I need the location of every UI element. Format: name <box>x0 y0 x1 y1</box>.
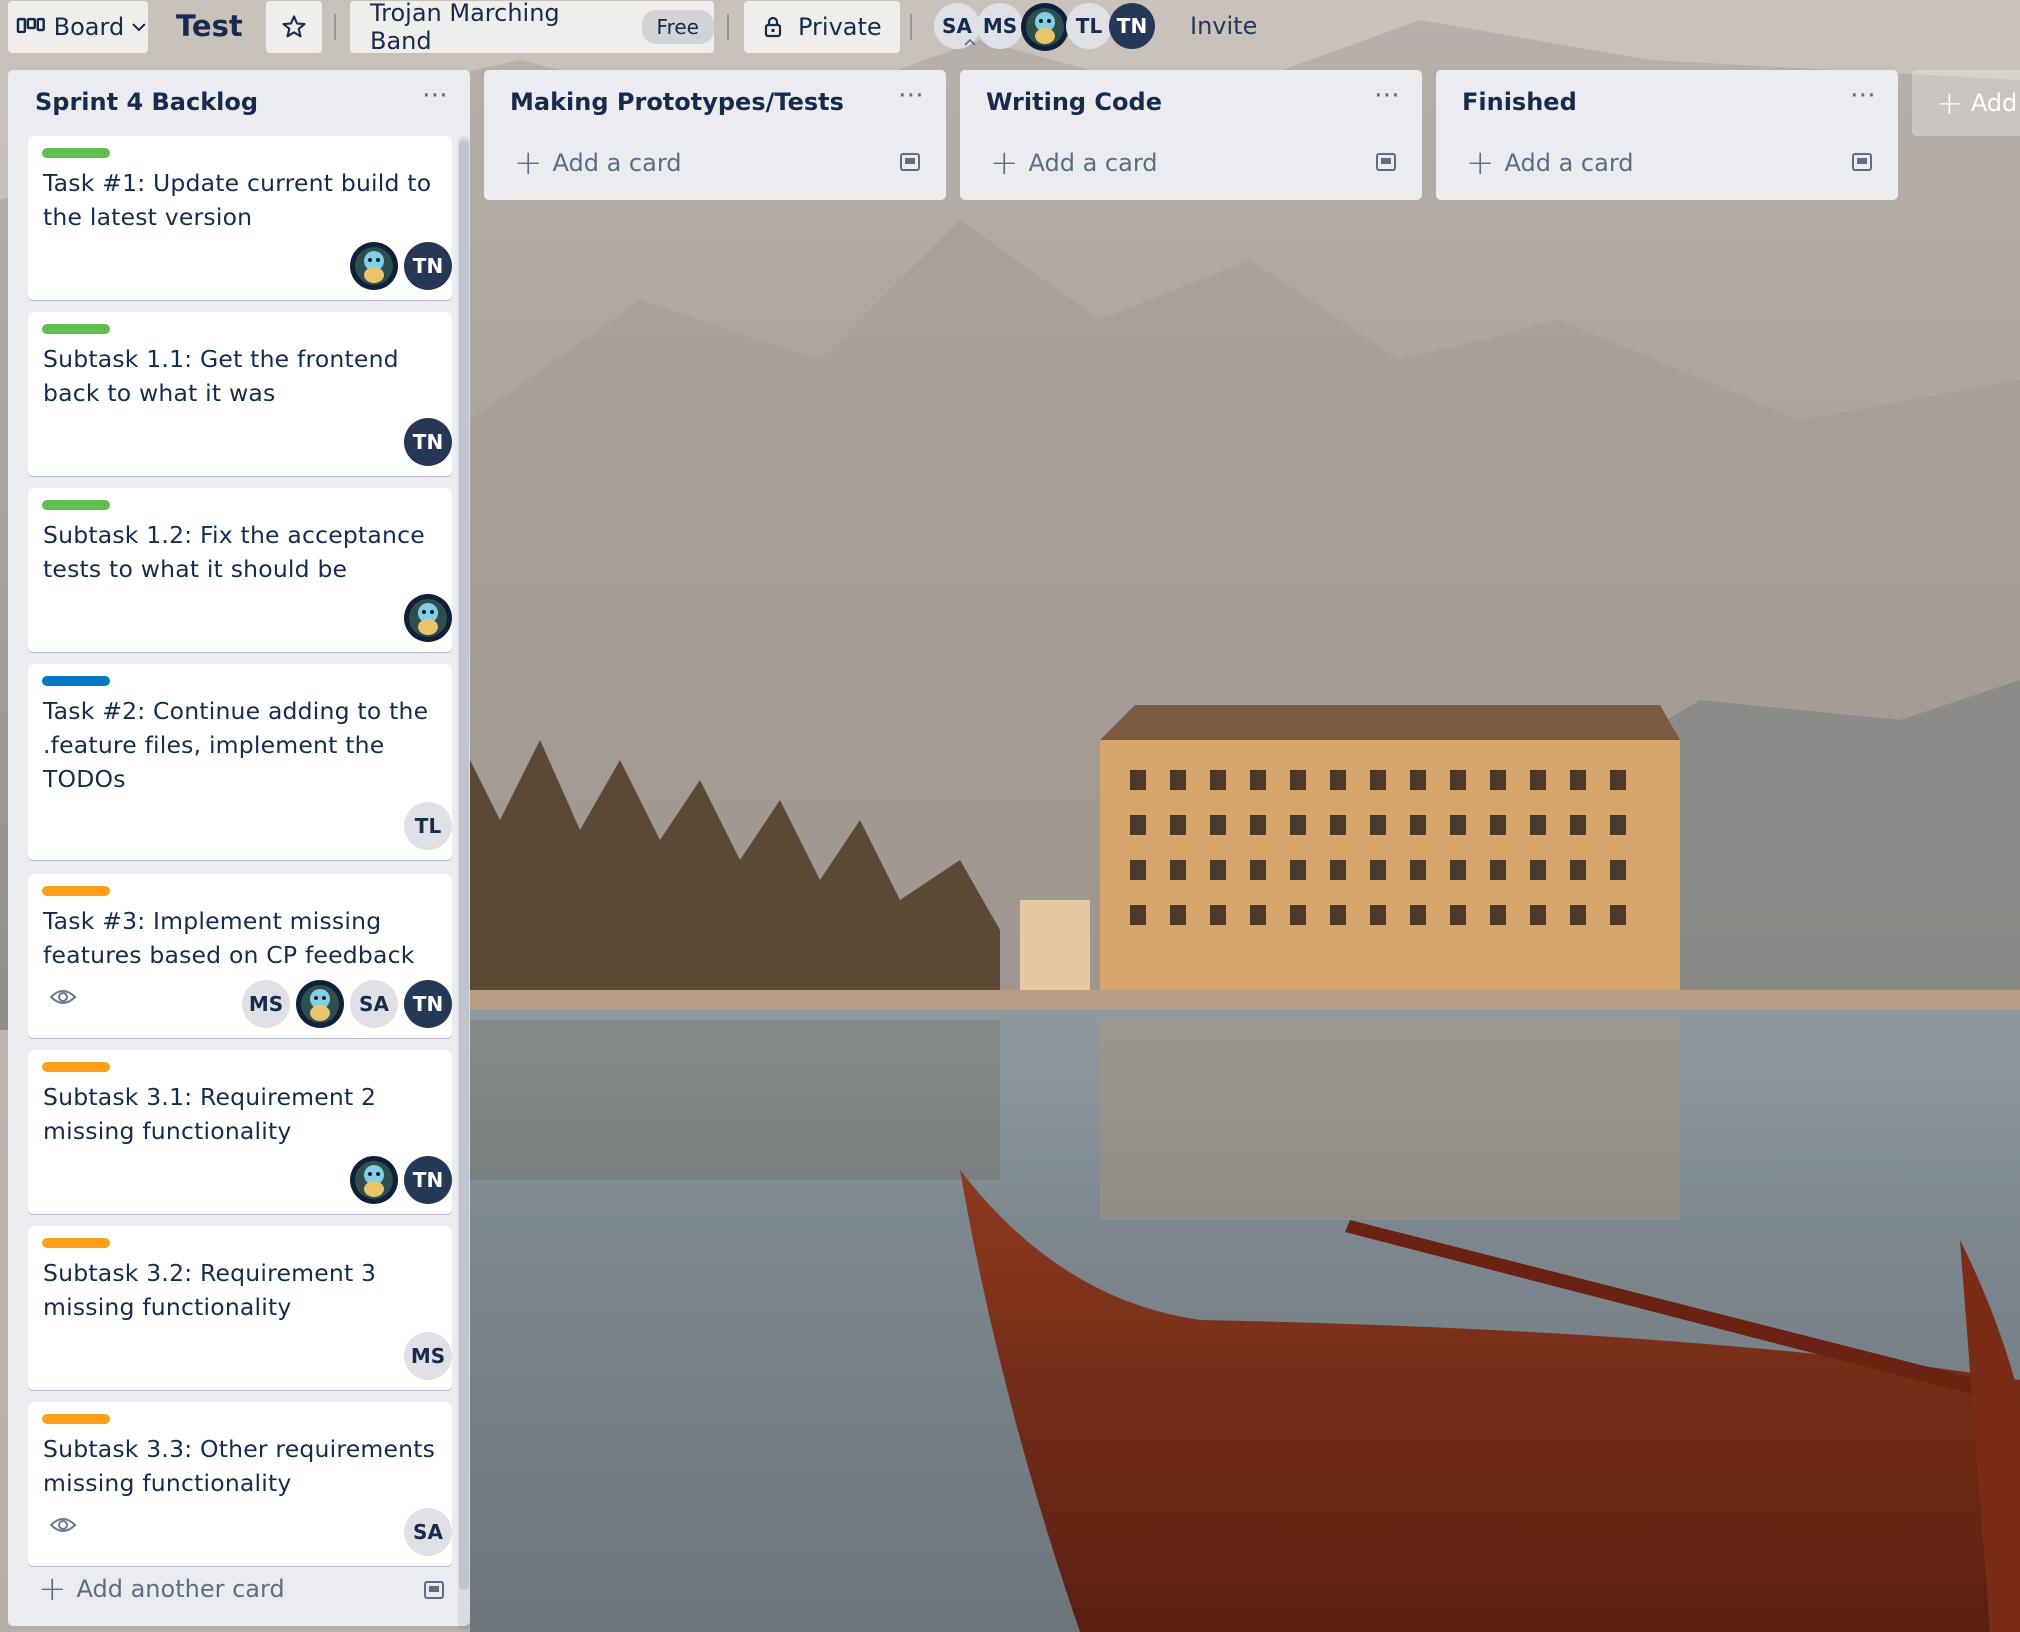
add-card-button[interactable]: + Add a card <box>990 146 1158 180</box>
add-list-button[interactable]: + Add <box>1912 70 2020 136</box>
turtle-avatar-icon <box>409 599 447 637</box>
card-title: Subtask 3.3: Other requirements missing … <box>43 1435 436 1497</box>
card-title: Subtask 1.1: Get the frontend back to wh… <box>43 345 399 407</box>
star-icon <box>282 15 306 38</box>
card-title: Subtask 3.1: Requirement 2 missing funct… <box>43 1083 377 1145</box>
header-divider <box>727 14 729 40</box>
add-card-label: Add another card <box>76 1575 285 1603</box>
team-name: Trojan Marching Band <box>370 0 560 55</box>
admin-chevron-icon <box>964 38 976 46</box>
invite-button[interactable]: Invite <box>1190 12 1257 40</box>
list-title[interactable]: Finished <box>1462 88 1577 116</box>
card-title: Subtask 1.2: Fix the acceptance tests to… <box>43 521 425 583</box>
card-label-orange[interactable] <box>42 1414 110 1424</box>
member-avatar-sa[interactable]: SA <box>350 980 398 1028</box>
list-scrollbar-thumb[interactable] <box>459 140 469 1590</box>
header-divider <box>334 14 336 40</box>
card[interactable]: Subtask 3.1: Requirement 2 missing funct… <box>28 1050 452 1214</box>
plus-icon: + <box>1466 143 1495 183</box>
member-avatar-picture[interactable] <box>350 1156 398 1204</box>
watch-eye-icon <box>50 990 76 1004</box>
add-card-button[interactable]: + Add a card <box>514 146 682 180</box>
member-avatar-picture[interactable] <box>404 594 452 642</box>
list-menu-button[interactable]: ⋯ <box>898 80 925 110</box>
card-title: Subtask 3.2: Requirement 3 missing funct… <box>43 1259 377 1321</box>
star-board-button[interactable] <box>266 1 322 53</box>
card-label-green[interactable] <box>42 500 110 510</box>
card-label-orange[interactable] <box>42 886 110 896</box>
member-avatar-picture[interactable] <box>1021 3 1069 51</box>
card[interactable]: Task #2: Continue adding to the .feature… <box>28 664 452 860</box>
lock-icon <box>764 16 782 38</box>
header-divider <box>910 14 912 40</box>
watch-eye-icon <box>50 1518 76 1532</box>
member-avatar-tn[interactable]: TN <box>1109 3 1155 49</box>
card-template-icon[interactable] <box>422 1578 446 1602</box>
member-avatar-tn[interactable]: TN <box>404 980 452 1028</box>
list-menu-button[interactable]: ⋯ <box>422 80 449 110</box>
add-another-card-button[interactable]: + Add another card <box>38 1572 285 1606</box>
list-writing-code: Writing Code ⋯ + Add a card <box>960 70 1422 200</box>
board-menu-button[interactable]: Board <box>8 1 148 53</box>
card-label-orange[interactable] <box>42 1238 110 1248</box>
card-template-icon[interactable] <box>898 150 922 174</box>
member-avatar-ms[interactable]: MS <box>242 980 290 1028</box>
add-card-label: Add a card <box>552 149 682 177</box>
list-making-prototypes-tests: Making Prototypes/Tests ⋯ + Add a card <box>484 70 946 200</box>
turtle-avatar-icon <box>355 1161 393 1199</box>
list-menu-button[interactable]: ⋯ <box>1850 80 1877 110</box>
plus-icon: + <box>514 143 543 183</box>
card[interactable]: Subtask 1.2: Fix the acceptance tests to… <box>28 488 452 652</box>
member-avatar-picture[interactable] <box>296 980 344 1028</box>
member-avatar-sa[interactable]: SA <box>404 1508 452 1556</box>
member-avatar-tl[interactable]: TL <box>1066 3 1112 49</box>
team-plan-badge: Free <box>641 10 714 44</box>
plus-icon: + <box>38 1569 67 1609</box>
chevron-down-icon <box>132 23 146 32</box>
add-card-button[interactable]: + Add a card <box>1466 146 1634 180</box>
card-template-icon[interactable] <box>1374 150 1398 174</box>
list-finished: Finished ⋯ + Add a card <box>1436 70 1898 200</box>
member-avatar-tn[interactable]: TN <box>404 418 452 466</box>
member-avatar-tn[interactable]: TN <box>404 1156 452 1204</box>
list-menu-button[interactable]: ⋯ <box>1374 80 1401 110</box>
card[interactable]: Subtask 3.3: Other requirements missing … <box>28 1402 452 1566</box>
add-card-label: Add a card <box>1504 149 1634 177</box>
list-title[interactable]: Writing Code <box>986 88 1162 116</box>
board-canvas: Board Test Trojan Marching Band Free Pri… <box>0 0 2020 1632</box>
team-button[interactable]: Trojan Marching Band Free <box>350 0 714 55</box>
board-menu-label: Board <box>53 13 125 41</box>
plus-icon: + <box>990 143 1019 183</box>
plus-icon: + <box>1936 84 1963 122</box>
member-avatar-ms[interactable]: MS <box>404 1332 452 1380</box>
card-title: Task #2: Continue adding to the .feature… <box>43 697 429 793</box>
turtle-avatar-icon <box>301 985 339 1023</box>
card[interactable]: Subtask 1.1: Get the frontend back to wh… <box>28 312 452 476</box>
card-label-green[interactable] <box>42 148 110 158</box>
card-label-orange[interactable] <box>42 1062 110 1072</box>
card[interactable]: Task #3: Implement missing features base… <box>28 874 452 1038</box>
board-title[interactable]: Test <box>176 9 243 43</box>
card-title: Task #3: Implement missing features base… <box>43 907 415 969</box>
card[interactable]: Subtask 3.2: Requirement 3 missing funct… <box>28 1226 452 1390</box>
add-card-label: Add a card <box>1028 149 1158 177</box>
card[interactable]: Task #1: Update current build to the lat… <box>28 136 452 300</box>
card-label-blue[interactable] <box>42 676 110 686</box>
card-label-green[interactable] <box>42 324 110 334</box>
add-list-label: Add <box>1970 89 2018 117</box>
board-icon <box>16 17 45 34</box>
member-avatar-tl[interactable]: TL <box>404 802 452 850</box>
turtle-avatar-icon <box>355 247 393 285</box>
member-avatar-picture[interactable] <box>350 242 398 290</box>
member-avatar-ms[interactable]: MS <box>977 3 1023 49</box>
card-template-icon[interactable] <box>1850 150 1874 174</box>
visibility-label: Private <box>798 13 882 41</box>
turtle-avatar-icon <box>1026 8 1064 46</box>
member-avatar-tn[interactable]: TN <box>404 242 452 290</box>
list-title[interactable]: Sprint 4 Backlog <box>35 88 258 116</box>
list-sprint-4-backlog: Sprint 4 Backlog ⋯ Task #1: Update curre… <box>8 70 470 1630</box>
visibility-button[interactable]: Private <box>744 1 900 53</box>
card-title: Task #1: Update current build to the lat… <box>43 169 432 231</box>
list-title[interactable]: Making Prototypes/Tests <box>510 88 844 116</box>
